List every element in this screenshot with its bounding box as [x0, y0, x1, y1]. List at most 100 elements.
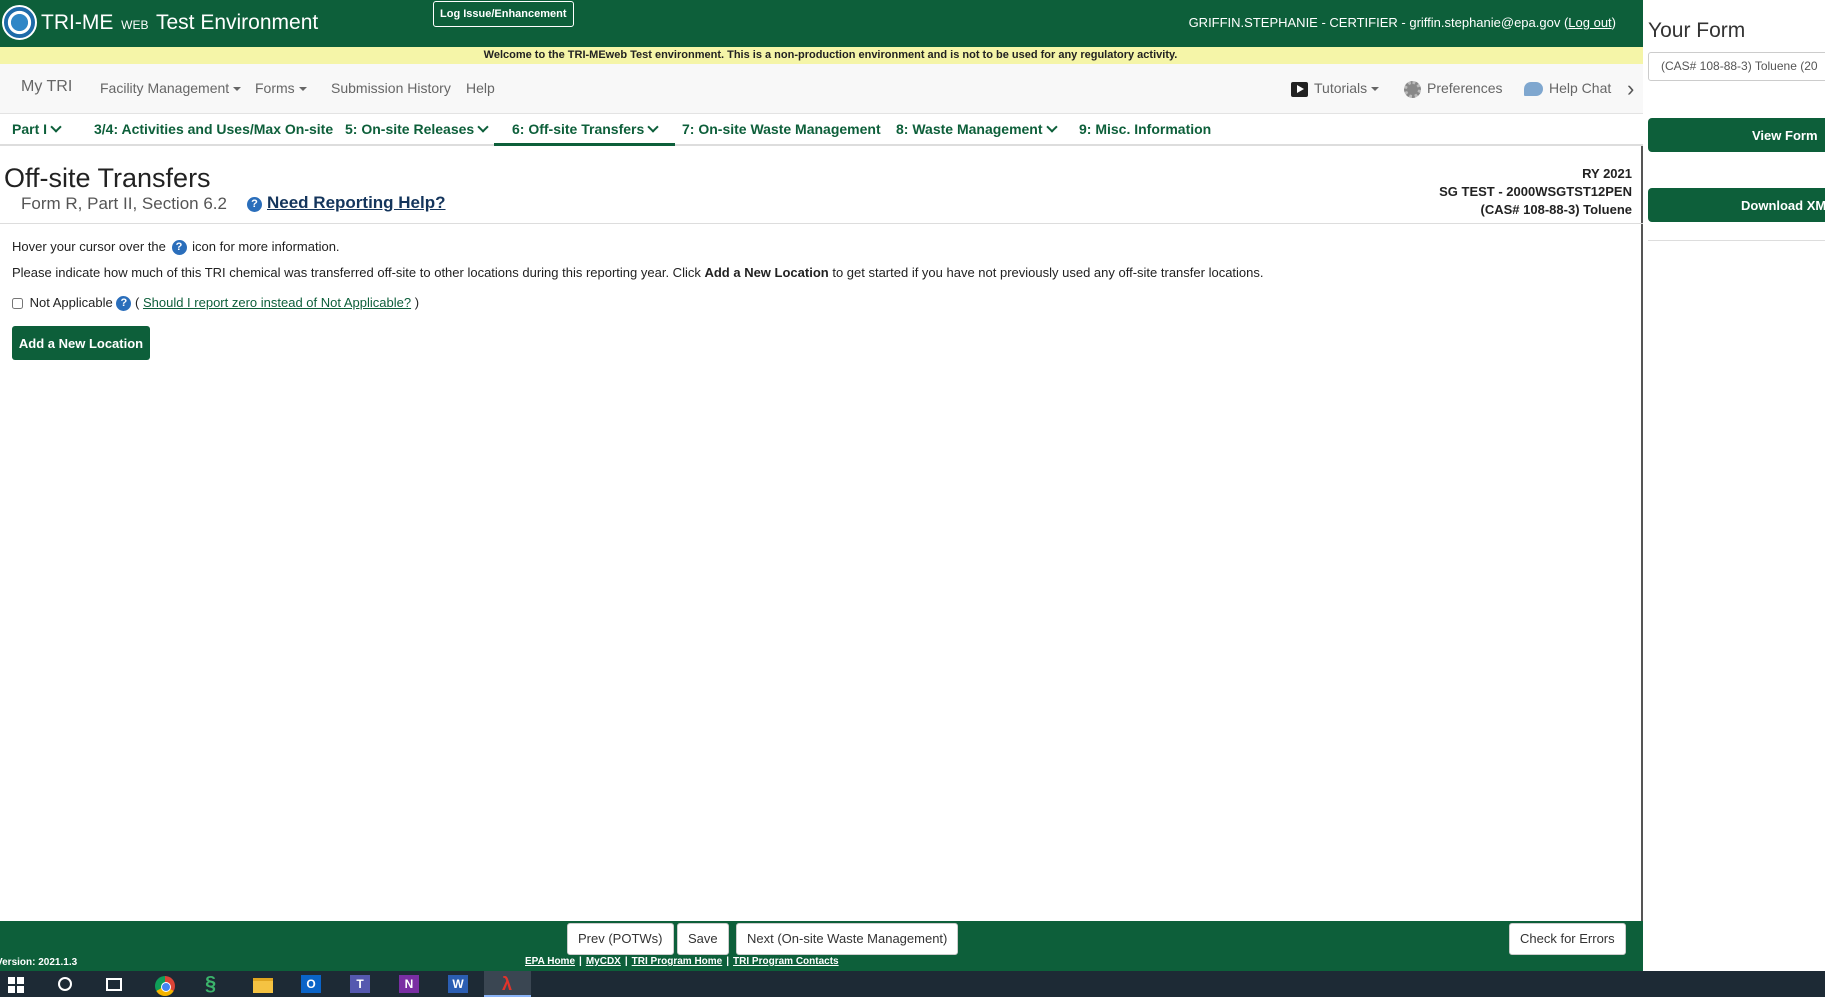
epa-logo[interactable]: [2, 5, 37, 40]
tab-label: 9: Misc. Information: [1079, 121, 1212, 137]
not-applicable-checkbox[interactable]: [12, 298, 23, 310]
tab-misc-information[interactable]: 9: Misc. Information: [1079, 118, 1211, 146]
nav-tutorials[interactable]: Tutorials: [1291, 80, 1380, 97]
instruction-after: to get started if you have not previousl…: [832, 265, 1264, 280]
os-taskbar: § O T N W λ: [0, 971, 1825, 997]
collapse-panel-icon[interactable]: ›: [1627, 78, 1639, 100]
main-nav: My TRI Facility Management Forms Submiss…: [0, 64, 1643, 114]
view-form-button[interactable]: View Form: [1648, 118, 1825, 152]
chevron-down-icon: [50, 121, 62, 133]
tab-label: 6: Off-site Transfers: [512, 121, 645, 137]
panel-title: Your Form: [1648, 19, 1746, 42]
nav-submission-history[interactable]: Submission History: [331, 80, 451, 96]
file-explorer-icon[interactable]: [253, 978, 273, 993]
chrome-icon[interactable]: [155, 976, 175, 996]
download-xml-button[interactable]: Download XML: [1648, 188, 1825, 222]
check-errors-button[interactable]: Check for Errors: [1509, 923, 1626, 955]
facility-name: SG TEST - 2000WSGTST12PEN: [1439, 184, 1632, 199]
app-s-icon[interactable]: §: [205, 974, 225, 994]
windows-start-icon[interactable]: [8, 977, 24, 993]
nav-help-chat[interactable]: Help Chat: [1524, 80, 1612, 97]
tab-offsite-transfers[interactable]: 6: Off-site Transfers: [494, 118, 676, 146]
report-zero-link[interactable]: Should I report zero instead of Not Appl…: [143, 295, 411, 310]
chevron-down-icon: [1045, 121, 1058, 133]
app-title: TRI-ME WEB Test Environment: [41, 11, 318, 35]
onenote-icon[interactable]: N: [399, 975, 419, 993]
form-select[interactable]: (CAS# 108-88-3) Toluene (20: [1648, 52, 1825, 81]
outlook-icon[interactable]: O: [301, 975, 321, 993]
tab-label: 7: On-site Waste Management: [682, 121, 881, 137]
add-new-location-button[interactable]: Add a New Location: [12, 326, 150, 360]
video-icon: [1291, 81, 1308, 97]
reporting-year-block: RY 2021 SG TEST - 2000WSGTST12PEN (CAS# …: [1439, 165, 1632, 219]
tab-onsite-waste-management[interactable]: 7: On-site Waste Management: [682, 118, 881, 146]
log-issue-button[interactable]: Log Issue/Enhancement: [433, 1, 574, 27]
version-label: Version: 2021.1.3: [0, 957, 78, 968]
chevron-down-icon: [647, 121, 659, 133]
tab-waste-management[interactable]: 8: Waste Management: [896, 118, 1058, 146]
caret-down-icon: [233, 87, 242, 92]
app-title-main: TRI-ME: [41, 11, 114, 34]
tab-activities-uses[interactable]: 3/4: Activities and Uses/Max On-site: [94, 118, 333, 146]
instruction-bold: Add a New Location: [704, 265, 829, 280]
caret-down-icon: [298, 87, 307, 92]
nav-facility-management[interactable]: Facility Management: [100, 80, 242, 96]
page-subtitle: Form R, Part II, Section 6.2: [21, 194, 227, 213]
task-view-icon[interactable]: [106, 978, 122, 991]
welcome-banner: Welcome to the TRI-MEweb Test environmen…: [0, 47, 1643, 64]
need-reporting-help-link[interactable]: Need Reporting Help?: [267, 193, 446, 213]
gear-icon: [1404, 80, 1421, 98]
user-info: GRIFFIN.STEPHANIE - CERTIFIER - griffin.…: [1189, 15, 1616, 30]
teams-icon[interactable]: T: [350, 975, 370, 993]
logout-link[interactable]: Log out: [1568, 15, 1611, 30]
footer-link-tri-contacts[interactable]: TRI Program Contacts: [733, 956, 839, 967]
footer: Prev (POTWs) Save Next (On-site Waste Ma…: [0, 921, 1643, 971]
section-tabs: Part I 3/4: Activities and Uses/Max On-s…: [0, 114, 1643, 146]
nav-my-tri[interactable]: My TRI: [21, 78, 72, 96]
hover-text-before: Hover your cursor over the: [12, 239, 166, 254]
prev-button[interactable]: Prev (POTWs): [567, 923, 674, 955]
acrobat-icon[interactable]: λ: [497, 975, 517, 993]
hover-instruction: Hover your cursor over the ? icon for mo…: [12, 239, 340, 256]
app-title-web: WEB: [121, 18, 149, 32]
tab-label: Part I: [12, 121, 48, 137]
nav-forms[interactable]: Forms: [255, 80, 307, 96]
paren-open: (: [135, 295, 140, 310]
search-icon[interactable]: [58, 977, 72, 991]
save-button[interactable]: Save: [677, 923, 729, 955]
chemical-name: (CAS# 108-88-3) Toluene: [1480, 202, 1632, 217]
help-question-icon[interactable]: ?: [247, 197, 262, 212]
not-applicable-row: Not Applicable ? ( Should I report zero …: [12, 295, 420, 312]
nav-help-chat-label: Help Chat: [1549, 80, 1612, 96]
caret-down-icon: [1371, 87, 1380, 92]
user-identity: GRIFFIN.STEPHANIE - CERTIFIER - griffin.…: [1188, 15, 1569, 30]
footer-links: EPA Home | MyCDX | TRI Program Home | TRI Prog…: [525, 956, 839, 967]
footer-link-tri-home[interactable]: TRI Program Home: [632, 956, 723, 967]
nav-tutorials-label: Tutorials: [1314, 80, 1368, 96]
nav-preferences[interactable]: Preferences: [1404, 80, 1502, 98]
instruction-text: Please indicate how much of this TRI che…: [12, 265, 1264, 280]
help-question-icon[interactable]: ?: [171, 240, 187, 256]
tab-label: 8: Waste Management: [896, 121, 1043, 137]
footer-link-mycdx[interactable]: MyCDX: [586, 956, 621, 967]
reporting-year: RY 2021: [1582, 166, 1632, 181]
user-identity-close: ): [1611, 15, 1616, 30]
footer-link-epa-home[interactable]: EPA Home: [525, 956, 575, 967]
nav-preferences-label: Preferences: [1427, 80, 1503, 96]
word-icon[interactable]: W: [448, 975, 468, 993]
chat-icon: [1524, 82, 1543, 97]
tab-label: 3/4: Activities and Uses/Max On-site: [94, 121, 334, 137]
tab-onsite-releases[interactable]: 5: On-site Releases: [345, 118, 489, 146]
paren-close: ): [414, 295, 420, 310]
instruction-before: Please indicate how much of this TRI che…: [12, 265, 701, 280]
hover-text-after: icon for more information.: [192, 239, 340, 254]
next-button[interactable]: Next (On-site Waste Management): [736, 923, 959, 955]
app-title-env: Test Environment: [155, 11, 319, 34]
main-app: TRI-ME WEB Test Environment Log Issue/En…: [0, 0, 1643, 971]
page-title: Off-site Transfers: [4, 163, 211, 193]
tab-label: 5: On-site Releases: [345, 121, 475, 137]
nav-help[interactable]: Help: [466, 80, 495, 96]
not-applicable-label: Not Applicable: [29, 295, 113, 310]
help-question-icon[interactable]: ?: [116, 296, 132, 312]
tab-part-1[interactable]: Part I: [12, 118, 62, 146]
